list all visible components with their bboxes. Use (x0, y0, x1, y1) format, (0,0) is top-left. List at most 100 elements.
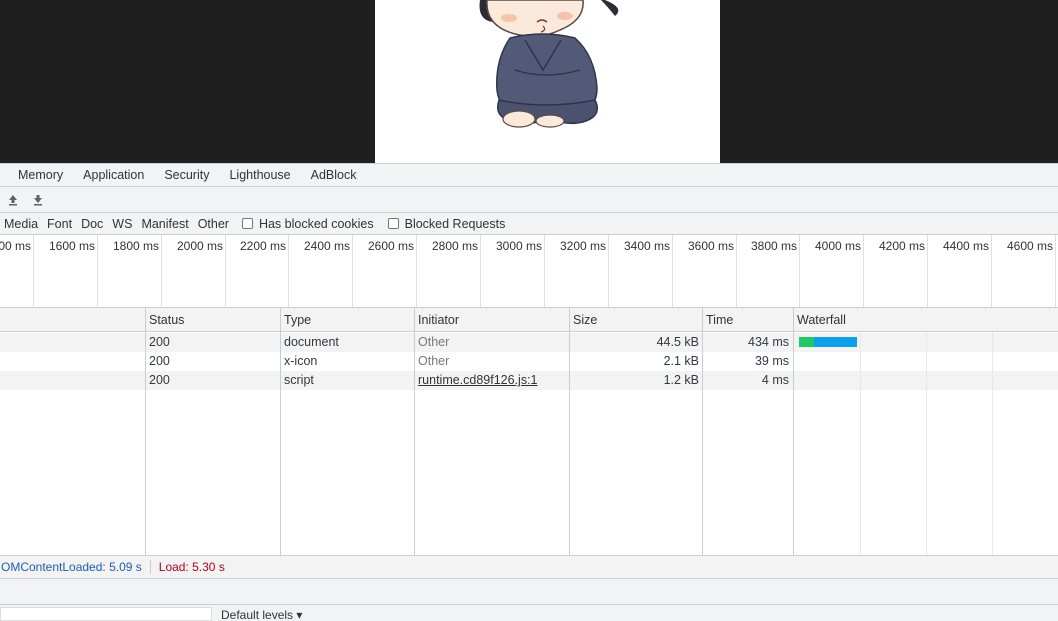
tab-application[interactable]: Application (73, 164, 154, 186)
overview-tick: 3800 ms (737, 235, 800, 307)
table-row[interactable]: 200 x-icon Other 2.1 kB 39 ms (0, 352, 1058, 371)
checkbox-label: Has blocked cookies (258, 216, 374, 231)
tick-label: 1600 ms (48, 239, 95, 253)
cell-type: x-icon (284, 354, 318, 368)
cell-status: 200 (149, 354, 170, 368)
tick-label: 2200 ms (239, 239, 286, 253)
tick-label: 3600 ms (687, 239, 734, 253)
column-header-initiator[interactable]: Initiator (418, 313, 459, 327)
cell-time: 39 ms (754, 354, 789, 368)
filter-doc[interactable]: Doc (81, 217, 103, 231)
overview-tick: 2000 ms (162, 235, 226, 307)
tick-label: 2400 ms (303, 239, 350, 253)
initiator-link[interactable]: runtime.cd89f126.js:1 (418, 373, 538, 387)
tab-lighthouse[interactable]: Lighthouse (219, 164, 300, 186)
tab-memory[interactable]: Memory (8, 164, 73, 186)
drawer-header (0, 579, 1058, 605)
load-time: Load: 5.30 s (158, 560, 225, 574)
network-toolbar (0, 187, 1058, 213)
overview-tick: 00 ms (0, 235, 34, 307)
browser-viewport (0, 0, 1058, 163)
requests-table-header: Status Type Initiator Size Time Waterfal… (0, 308, 1058, 332)
checkbox-label: Blocked Requests (404, 216, 506, 231)
cell-initiator: Other (418, 354, 450, 368)
blocked-requests-checkbox[interactable]: Blocked Requests (387, 216, 506, 231)
cell-type: document (284, 335, 339, 349)
overview-tick: 2800 ms (417, 235, 481, 307)
page-content (375, 0, 720, 163)
column-header-size[interactable]: Size (573, 313, 597, 327)
log-levels-dropdown[interactable]: Default levels ▾ (221, 608, 302, 621)
tick-label: 1800 ms (112, 239, 159, 253)
cell-size: 44.5 kB (656, 335, 699, 349)
column-divider[interactable] (569, 308, 570, 555)
overview-tick: 2200 ms (226, 235, 289, 307)
console-filter-input[interactable] (0, 607, 212, 621)
tick-label: 4000 ms (814, 239, 861, 253)
tick-label: 2000 ms (176, 239, 223, 253)
column-divider[interactable] (702, 308, 703, 555)
upload-arrow-icon (8, 194, 17, 205)
column-header-type[interactable]: Type (284, 313, 311, 327)
network-summary-bar: OMContentLoaded: 5.09 s Load: 5.30 s (0, 555, 1058, 579)
tab-security[interactable]: Security (154, 164, 219, 186)
waterfall-waiting-bar[interactable] (799, 337, 814, 347)
tick-label: 00 ms (0, 239, 31, 253)
cell-status: 200 (149, 335, 170, 349)
checkbox-box[interactable] (387, 218, 399, 229)
overview-tick: 4400 ms (928, 235, 992, 307)
tick-label: 3200 ms (559, 239, 606, 253)
resource-type-filter-bar: Media Font Doc WS Manifest Other Has blo… (0, 213, 1058, 235)
tick-label: 4400 ms (942, 239, 989, 253)
has-blocked-cookies-checkbox[interactable]: Has blocked cookies (241, 216, 374, 231)
tab-adblock[interactable]: AdBlock (301, 164, 367, 186)
tick-label: 4600 ms (1006, 239, 1053, 253)
waterfall-download-bar[interactable] (814, 337, 857, 347)
table-row[interactable]: 200 document Other 44.5 kB 434 ms (0, 333, 1058, 352)
waterfall-gridline (860, 332, 861, 555)
import-har-button[interactable] (4, 191, 21, 208)
overview-tick: 1800 ms (98, 235, 162, 307)
overview-tick: 4200 ms (864, 235, 928, 307)
devtools-tab-bar: Memory Application Security Lighthouse A… (0, 163, 1058, 187)
overview-tick: 4600 ms (992, 235, 1056, 307)
cell-time: 4 ms (761, 373, 789, 387)
overview-tick: 2400 ms (289, 235, 353, 307)
filter-media[interactable]: Media (4, 217, 38, 231)
cell-status: 200 (149, 373, 170, 387)
cell-time: 434 ms (748, 335, 789, 349)
tick-label: 3400 ms (623, 239, 670, 253)
filter-other[interactable]: Other (198, 217, 229, 231)
column-header-waterfall[interactable]: Waterfall (797, 313, 846, 327)
export-har-button[interactable] (29, 191, 46, 208)
filter-manifest[interactable]: Manifest (141, 217, 188, 231)
overview-tick: 4000 ms (800, 235, 864, 307)
overview-tick: 3600 ms (673, 235, 737, 307)
overview-tick: 3000 ms (481, 235, 545, 307)
column-header-time[interactable]: Time (706, 313, 733, 327)
cell-size: 1.2 kB (663, 373, 699, 387)
overview-tick: 1600 ms (34, 235, 98, 307)
waterfall-gridline (992, 332, 993, 555)
waterfall-gridline (926, 332, 927, 555)
column-divider[interactable] (793, 308, 794, 555)
cell-initiator: Other (418, 335, 450, 349)
overview-tick: 3400 ms (609, 235, 673, 307)
network-overview-timeline[interactable]: 00 ms 1600 ms 1800 ms 2000 ms 2200 ms 24… (0, 235, 1058, 308)
tick-label: 2800 ms (431, 239, 478, 253)
overview-tick: 3200 ms (545, 235, 609, 307)
column-divider[interactable] (280, 308, 281, 555)
tick-label: 3800 ms (750, 239, 797, 253)
checkbox-box[interactable] (241, 218, 253, 229)
tick-label: 4200 ms (878, 239, 925, 253)
table-row[interactable]: 200 script runtime.cd89f126.js:1 1.2 kB … (0, 371, 1058, 390)
chibi-character-illustration (479, 0, 619, 128)
dom-content-loaded-time: OMContentLoaded: 5.09 s (0, 560, 151, 574)
filter-ws[interactable]: WS (112, 217, 132, 231)
overview-tick: 2600 ms (353, 235, 417, 307)
cell-type: script (284, 373, 314, 387)
column-divider[interactable] (414, 308, 415, 555)
column-divider[interactable] (145, 308, 146, 555)
column-header-status[interactable]: Status (149, 313, 184, 327)
filter-font[interactable]: Font (47, 217, 72, 231)
